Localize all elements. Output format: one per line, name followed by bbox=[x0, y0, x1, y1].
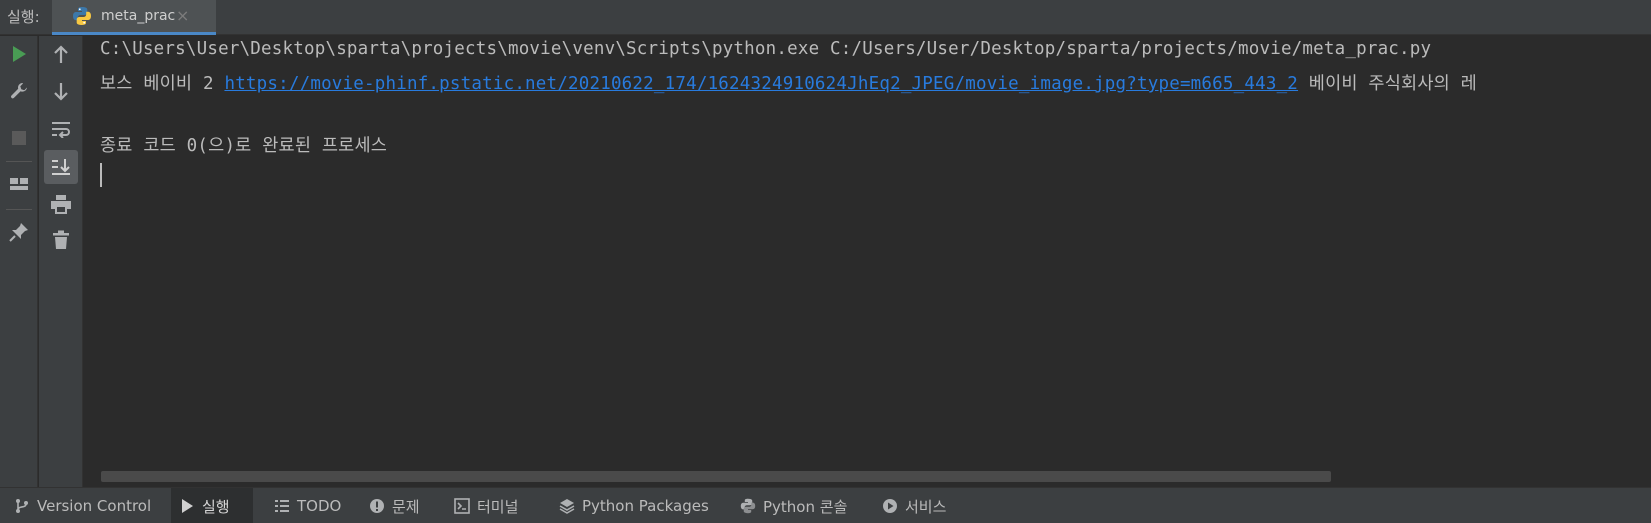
console-line-output: 보스 베이비 2 https://movie-phinf.pstatic.net… bbox=[100, 70, 1477, 95]
text-cursor bbox=[100, 163, 102, 187]
layers-icon bbox=[559, 499, 575, 514]
tool-python-packages[interactable]: Python Packages bbox=[551, 488, 717, 523]
stop-icon bbox=[12, 131, 26, 145]
clear-all-button[interactable] bbox=[46, 225, 76, 255]
run-primary-toolbar bbox=[0, 36, 38, 487]
up-stack-button[interactable] bbox=[46, 40, 76, 70]
terminal-icon bbox=[454, 498, 470, 514]
close-icon[interactable]: × bbox=[176, 6, 189, 25]
active-tab-indicator bbox=[52, 32, 216, 35]
stop-button[interactable] bbox=[4, 123, 34, 153]
toolbar-separator bbox=[6, 161, 32, 162]
tool-label: 서비스 bbox=[905, 497, 947, 516]
down-stack-button[interactable] bbox=[46, 76, 76, 106]
warning-icon bbox=[370, 499, 384, 513]
print-button[interactable] bbox=[46, 189, 76, 219]
image-url-link[interactable]: https://movie-phinf.pstatic.net/20210622… bbox=[224, 74, 1298, 94]
tool-label: 실행 bbox=[202, 497, 230, 516]
services-icon bbox=[883, 499, 897, 513]
play-icon bbox=[182, 499, 193, 513]
edit-config-button[interactable] bbox=[4, 76, 34, 106]
pin-icon bbox=[9, 223, 28, 242]
toolbar-separator bbox=[6, 209, 32, 210]
python-file-icon bbox=[73, 7, 91, 25]
tab-label: meta_prac bbox=[101, 8, 176, 24]
soft-wrap-icon bbox=[52, 122, 70, 138]
layout-button[interactable] bbox=[4, 169, 34, 199]
scroll-to-end-button[interactable] bbox=[44, 150, 78, 184]
tool-services[interactable]: 서비스 bbox=[874, 488, 954, 523]
tab-meta-prac[interactable]: meta_prac bbox=[52, 0, 216, 35]
pin-tab-button[interactable] bbox=[4, 217, 34, 247]
tool-terminal[interactable]: 터미널 bbox=[446, 488, 526, 523]
run-label: 실행: bbox=[7, 8, 40, 26]
output-text: 보스 베이비 2 bbox=[100, 74, 225, 94]
arrow-down-icon bbox=[54, 83, 68, 101]
tool-problems[interactable]: 문제 bbox=[361, 488, 428, 523]
trash-icon bbox=[53, 230, 69, 249]
tool-label: TODO bbox=[297, 497, 342, 515]
wrench-icon bbox=[11, 83, 27, 99]
tool-window-bar: Version Control 실행 TODO 문제 터미널 Python Pa… bbox=[0, 487, 1651, 523]
console-line-command: C:\Users\User\Desktop\sparta\projects\mo… bbox=[100, 39, 1432, 59]
tool-version-control[interactable]: Version Control bbox=[6, 488, 159, 523]
tool-todo[interactable]: TODO bbox=[266, 488, 349, 523]
layout-icon bbox=[10, 178, 28, 190]
output-text-suffix: 베이비 주식회사의 레 bbox=[1298, 74, 1477, 94]
console-line-exit: 종료 코드 0(으)로 완료된 프로세스 bbox=[100, 136, 388, 156]
scroll-to-end-icon bbox=[52, 159, 70, 175]
horizontal-scrollbar[interactable] bbox=[101, 471, 1331, 482]
printer-icon bbox=[51, 195, 71, 214]
soft-wrap-button[interactable] bbox=[46, 114, 76, 144]
python-icon bbox=[740, 498, 756, 514]
tool-run[interactable]: 실행 bbox=[171, 488, 253, 523]
tool-label: 문제 bbox=[392, 497, 420, 516]
tool-label: Version Control bbox=[37, 497, 152, 515]
tool-label: 터미널 bbox=[477, 497, 519, 516]
branch-icon bbox=[16, 499, 28, 513]
tool-python-console[interactable]: Python 콘솔 bbox=[732, 488, 855, 523]
rerun-button[interactable] bbox=[4, 39, 34, 69]
list-icon bbox=[275, 500, 289, 512]
tool-label: Python 콘솔 bbox=[763, 497, 848, 516]
tool-label: Python Packages bbox=[582, 497, 709, 515]
console-toolbar bbox=[39, 36, 83, 487]
run-tool-header: 실행: meta_prac × bbox=[0, 0, 1651, 35]
console-output[interactable]: C:\Users\User\Desktop\sparta\projects\mo… bbox=[84, 36, 1651, 470]
play-icon bbox=[13, 46, 26, 62]
arrow-up-icon bbox=[54, 45, 68, 63]
